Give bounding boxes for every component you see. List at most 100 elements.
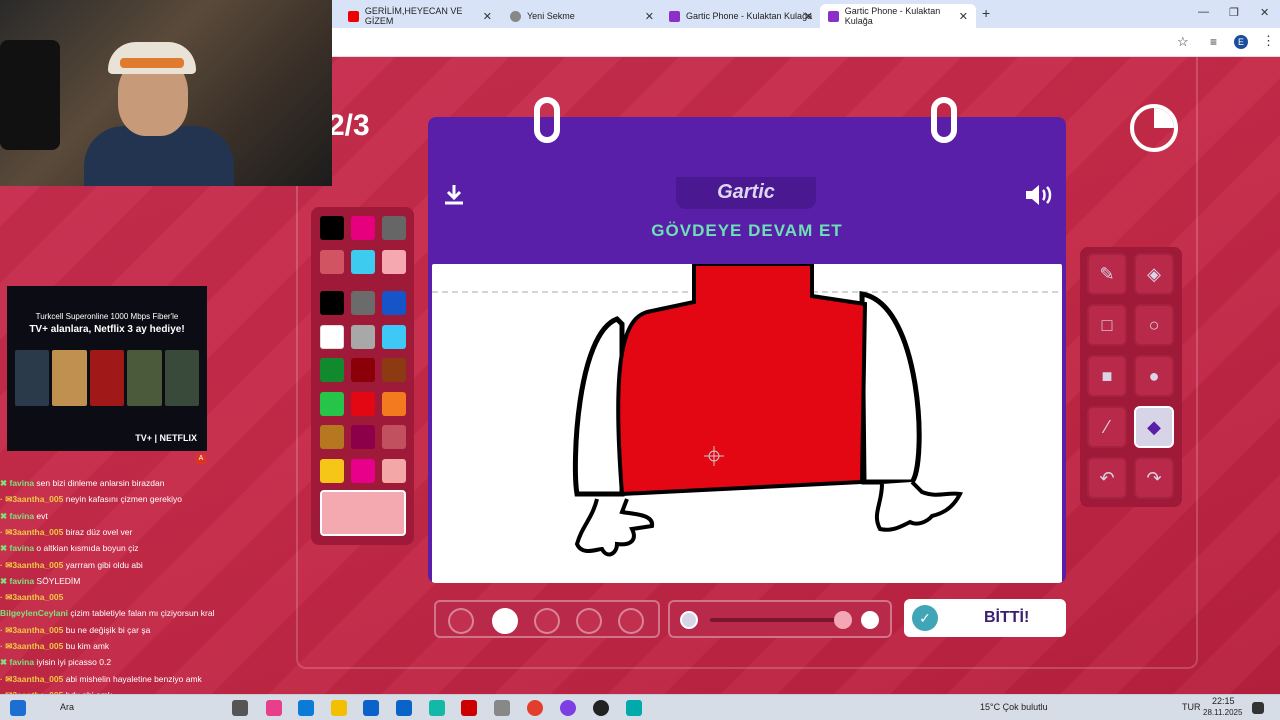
netflix-icon[interactable] [461, 700, 477, 716]
close-window-icon[interactable]: ✕ [1260, 6, 1269, 19]
minimize-icon[interactable]: — [1198, 6, 1209, 18]
color-swatch[interactable] [320, 216, 344, 240]
chat-username[interactable]: ✖ favina [0, 478, 34, 488]
discord-icon[interactable] [560, 700, 576, 716]
ellipse-fill-icon[interactable]: ● [1134, 355, 1174, 397]
color-swatch[interactable] [382, 358, 406, 382]
color-swatch[interactable] [320, 324, 344, 349]
ellipse-outline-icon[interactable]: ○ [1134, 304, 1174, 346]
fill-bucket-icon[interactable]: ◆ [1134, 406, 1174, 448]
color-swatch[interactable] [320, 458, 344, 483]
color-swatch[interactable] [320, 249, 344, 274]
eraser-icon[interactable]: ◈ [1134, 253, 1174, 295]
undo-icon[interactable]: ↶ [1087, 457, 1127, 499]
line-icon[interactable]: ⁄ [1087, 406, 1127, 448]
pencil-icon[interactable]: ✎ [1087, 253, 1127, 295]
opacity-slider[interactable] [668, 600, 892, 638]
windows-start-icon[interactable] [10, 700, 26, 716]
outlook-icon[interactable] [396, 700, 412, 716]
close-icon[interactable]: ✕ [804, 10, 813, 23]
tab-youtube[interactable]: GERİLİM,HEYECAN VE GİZEM ✕ [340, 4, 500, 28]
tab-new[interactable]: Yeni Sekme ✕ [502, 4, 662, 28]
color-swatch[interactable] [320, 358, 344, 382]
close-icon[interactable]: ✕ [959, 10, 968, 23]
close-icon[interactable]: ✕ [483, 10, 492, 23]
sound-icon[interactable] [1024, 183, 1056, 213]
color-swatch[interactable] [351, 216, 375, 240]
color-swatch[interactable] [351, 391, 375, 416]
chat-username[interactable]: · ✉3aantha_005 [0, 674, 63, 684]
size-option[interactable] [492, 608, 518, 634]
bookmark-star-icon[interactable]: ☆ [1177, 34, 1189, 50]
extensions-icon[interactable]: ≡ [1210, 35, 1217, 49]
restore-icon[interactable]: ❐ [1229, 6, 1239, 19]
done-button[interactable]: ✓ BİTTİ! [904, 599, 1066, 637]
chat-text: o altkian kısmıda boyun çiz [34, 543, 139, 554]
color-swatch[interactable] [351, 291, 375, 315]
new-tab-button[interactable]: + [982, 5, 990, 21]
color-swatch[interactable] [351, 458, 375, 483]
chat-username[interactable]: · ✉3aantha_005 [0, 560, 63, 570]
chat-username[interactable]: · ✉3aantha_005 [0, 625, 63, 635]
clock-date[interactable]: 28.11.2025 [1203, 708, 1242, 717]
redo-icon[interactable]: ↷ [1134, 457, 1174, 499]
size-option[interactable] [576, 608, 602, 634]
taskbar-search[interactable]: Ara [60, 702, 74, 712]
store-icon[interactable] [363, 700, 379, 716]
photos-icon[interactable] [429, 700, 445, 716]
chrome-icon[interactable] [527, 700, 543, 716]
color-swatch[interactable] [382, 458, 406, 483]
color-swatch[interactable] [382, 291, 406, 315]
color-swatch[interactable] [382, 216, 406, 240]
file-explorer-icon[interactable] [331, 700, 347, 716]
color-swatch[interactable] [351, 249, 375, 274]
chat-username[interactable]: ✖ favina [0, 511, 34, 521]
weather[interactable]: 15°C Çok bulutlu [980, 702, 1048, 712]
drawing-canvas[interactable] [432, 262, 1062, 583]
close-icon[interactable]: ✕ [645, 10, 654, 23]
chat-username[interactable]: · ✉3aantha_005 [0, 527, 63, 537]
profile-avatar[interactable]: E [1234, 35, 1248, 49]
tab-gartic-1[interactable]: Gartic Phone - Kulaktan Kulağa ✕ [661, 4, 821, 28]
rectangle-outline-icon[interactable]: □ [1087, 304, 1127, 346]
color-swatch[interactable] [382, 391, 406, 416]
task-view-icon[interactable] [232, 700, 248, 716]
chat-username[interactable]: BilgeylenCeylani [0, 608, 68, 618]
chat-username[interactable]: ✖ favina [0, 543, 34, 553]
webcam-overlay [0, 0, 332, 186]
copilot-icon[interactable] [266, 700, 282, 716]
tab-gartic-2[interactable]: Gartic Phone - Kulaktan Kulağa ✕ [820, 4, 976, 28]
language[interactable]: TUR [1182, 702, 1201, 712]
color-swatch[interactable] [351, 425, 375, 449]
color-swatch[interactable] [382, 324, 406, 349]
app-icon[interactable] [626, 700, 642, 716]
chat-username[interactable]: · ✉3aantha_005 [0, 641, 63, 651]
download-icon[interactable] [442, 183, 466, 213]
notification-icon[interactable] [1252, 702, 1264, 714]
chat-text: bu ne değişik bi çar şa [63, 624, 151, 635]
chat-text: bu kim amk [63, 641, 110, 651]
ad-banner[interactable]: Turkcell Superonline 1000 Mbps Fiber'le … [7, 286, 207, 451]
streamer-cap-brim [120, 58, 184, 68]
color-swatch[interactable] [351, 358, 375, 382]
chat-username[interactable]: ✖ favina [0, 576, 34, 586]
chat-username[interactable]: ✖ favina [0, 657, 34, 667]
color-swatch[interactable] [320, 391, 344, 416]
slider-handle[interactable] [834, 611, 852, 629]
clock-time[interactable]: 22:15 [1212, 696, 1235, 706]
edge-icon[interactable] [298, 700, 314, 716]
color-swatch[interactable] [320, 425, 344, 449]
rectangle-fill-icon[interactable]: ■ [1087, 355, 1127, 397]
color-swatch[interactable] [351, 324, 375, 349]
menu-icon[interactable]: ⋮ [1262, 33, 1275, 49]
color-swatch[interactable] [320, 291, 344, 315]
size-option[interactable] [448, 608, 474, 634]
size-option[interactable] [618, 608, 644, 634]
chat-username[interactable]: · ✉3aantha_005 [0, 592, 63, 602]
color-swatch[interactable] [382, 249, 406, 274]
obs-icon[interactable] [593, 700, 609, 716]
size-option[interactable] [534, 608, 560, 634]
color-swatch[interactable] [382, 425, 406, 449]
settings-icon[interactable] [494, 700, 510, 716]
chat-username[interactable]: · ✉3aantha_005 [0, 494, 63, 504]
